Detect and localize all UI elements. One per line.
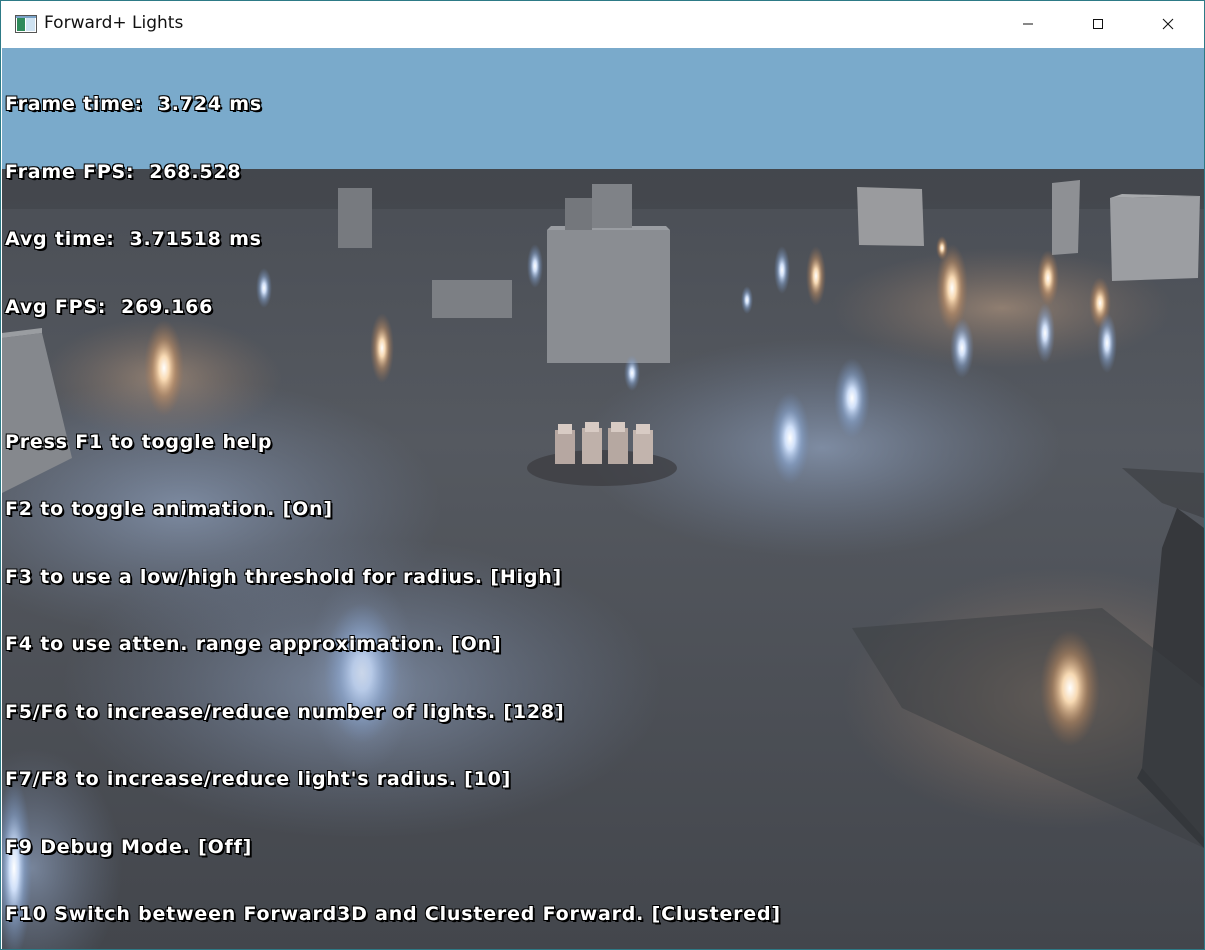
minimize-button[interactable] <box>993 1 1062 48</box>
help-line: F7/F8 to increase/reduce light's radius.… <box>5 768 512 790</box>
avg-time-text: Avg time: 3.71518 ms <box>5 228 262 250</box>
help-line: F9 Debug Mode. [Off] <box>5 835 253 858</box>
close-button[interactable] <box>1133 1 1202 48</box>
window-title: Forward+ Lights <box>44 13 184 33</box>
help-line: F3 to use a low/high threshold for radiu… <box>5 565 563 588</box>
frame-time-text: Frame time: 3.724 ms <box>5 93 262 115</box>
hud-spacer <box>5 363 781 386</box>
help-line: F5/F6 to increase/reduce number of light… <box>5 700 565 723</box>
minimize-icon <box>1022 15 1034 34</box>
help-line: F4 to use atten. range approximation. [O… <box>5 633 502 655</box>
maximize-button[interactable] <box>1063 1 1132 48</box>
help-line: F2 to toggle animation. [On] <box>5 498 333 520</box>
frame-fps-text: Frame FPS: 268.528 <box>5 160 242 183</box>
app-window-icon <box>15 15 37 33</box>
close-icon <box>1162 15 1174 34</box>
render-viewport[interactable]: Frame time: 3.724 ms Frame FPS: 268.528 … <box>2 48 1204 949</box>
app-window: Forward+ Lights Frame time: 3.724 ms Fra… <box>0 0 1205 950</box>
help-line: Press F1 to toggle help <box>5 430 273 453</box>
avg-fps-text: Avg FPS: 269.166 <box>5 295 214 318</box>
help-line: F10 Switch between Forward3D and Cluster… <box>5 903 781 925</box>
title-bar[interactable]: Forward+ Lights <box>1 1 1204 48</box>
help-overlay: Frame time: 3.724 ms Frame FPS: 268.528 … <box>5 48 781 949</box>
maximize-icon <box>1092 15 1104 34</box>
